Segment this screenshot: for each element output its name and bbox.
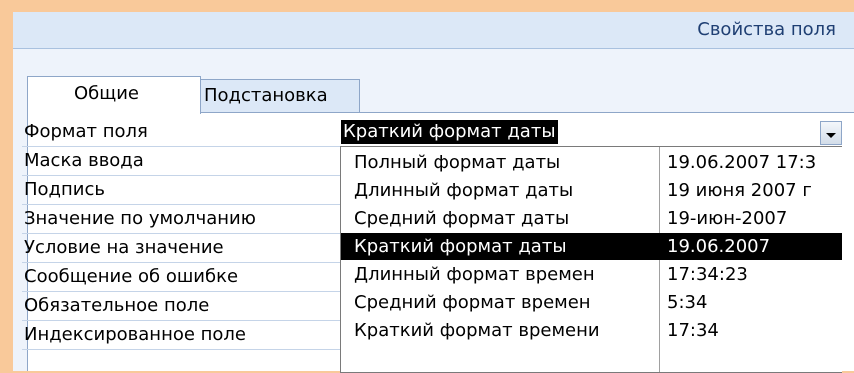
title-bar: Свойства поля xyxy=(13,12,854,49)
option-name: Средний формат даты xyxy=(354,208,570,229)
option-name: Полный формат даты xyxy=(354,152,561,173)
property-format[interactable]: Формат поля xyxy=(22,118,342,147)
tab-lookup-label: Подстановка xyxy=(204,85,328,106)
dropdown-option[interactable]: Средний формат времен 5:34 xyxy=(341,289,842,316)
option-name: Краткий формат времени xyxy=(354,320,600,341)
chevron-down-icon xyxy=(826,133,836,138)
option-name: Длинный формат даты xyxy=(354,180,574,201)
property-indexed[interactable]: Индексированное поле xyxy=(22,321,342,350)
dropdown-option[interactable]: Длинный формат времен 17:34:23 xyxy=(341,261,842,288)
option-example: 19.06.2007 17:3 xyxy=(667,152,817,173)
option-example: 17:34 xyxy=(667,320,719,341)
property-default-value[interactable]: Значение по умолчанию xyxy=(22,205,342,234)
dropdown-option[interactable]: Средний формат даты 19-июн-2007 xyxy=(341,205,842,232)
format-value-text: Краткий формат даты xyxy=(341,120,558,144)
option-example: 19.06.2007 xyxy=(667,236,771,257)
option-name: Длинный формат времен xyxy=(354,264,595,285)
property-validation-rule[interactable]: Условие на значение xyxy=(22,234,342,263)
property-validation-text[interactable]: Сообщение об ошибке xyxy=(22,263,342,292)
format-value-field[interactable]: Краткий формат даты xyxy=(341,118,841,146)
property-required[interactable]: Обязательное поле xyxy=(22,292,342,321)
dropdown-option[interactable]: Полный формат даты 19.06.2007 17:3 xyxy=(341,149,842,176)
option-example: 19-июн-2007 xyxy=(667,208,788,229)
option-example: 17:34:23 xyxy=(667,264,748,285)
option-example: 5:34 xyxy=(667,292,708,313)
dropdown-option[interactable]: Краткий формат времени 17:34 xyxy=(341,317,842,344)
option-name: Краткий формат даты xyxy=(354,236,567,257)
property-caption[interactable]: Подпись xyxy=(22,176,342,205)
property-input-mask[interactable]: Маска ввода xyxy=(22,147,342,176)
option-example: 19 июня 2007 г xyxy=(667,180,812,201)
tab-general[interactable]: Общие xyxy=(27,76,201,114)
dropdown-option[interactable]: Длинный формат даты 19 июня 2007 г xyxy=(341,177,842,204)
dropdown-button[interactable] xyxy=(820,121,842,145)
option-name: Средний формат времен xyxy=(354,292,591,313)
tab-lookup[interactable]: Подстановка xyxy=(200,79,360,113)
tab-general-label: Общие xyxy=(74,83,139,104)
pane-title: Свойства поля xyxy=(697,19,836,40)
dropdown-option-selected[interactable]: Краткий формат даты 19.06.2007 xyxy=(341,233,842,260)
format-dropdown-list: Полный формат даты 19.06.2007 17:3 Длинн… xyxy=(340,146,842,373)
